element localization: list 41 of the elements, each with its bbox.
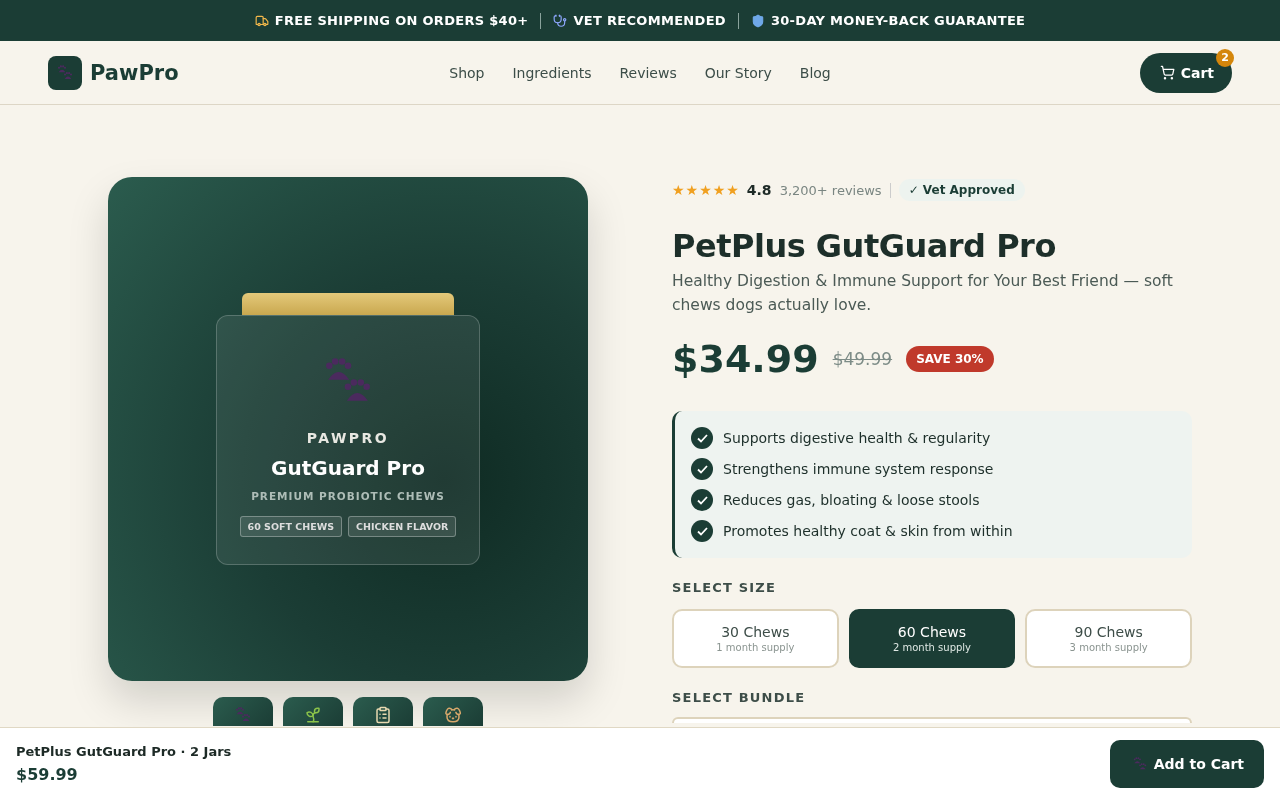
size-option[interactable]: 60 Chews 2 month supply	[848, 609, 1016, 668]
vet-approved-badge: ✓ Vet Approved	[898, 179, 1025, 201]
sticky-product-name: PetPlus GutGuard Pro · 2 Jars	[16, 744, 232, 759]
jar-subtitle: PREMIUM PROBIOTIC CHEWS	[251, 490, 445, 502]
section-label: SELECT BUNDLE	[672, 690, 807, 705]
jar-product-name: GutGuard Pro	[271, 456, 425, 480]
product-title: PetPlus GutGuard Pro	[672, 227, 1057, 265]
star-icon: ★	[726, 182, 739, 198]
original-price: $49.99	[832, 349, 893, 369]
brand-name[interactable]: PawPro	[90, 60, 179, 85]
cart-count-badge: 2	[1216, 48, 1234, 67]
jar-brand: PAWPRO	[306, 430, 390, 446]
product-subtitle: Healthy Digestion & Immune Support for Your Best Friend — soft chews dogs actually love.	[672, 271, 1174, 316]
nav-link[interactable]: Our Story	[704, 64, 772, 81]
star-icon: ★	[699, 182, 712, 198]
star-icon: ★	[685, 182, 699, 198]
section-label: SELECT SIZE	[672, 580, 778, 595]
announcement-text: 30-DAY MONEY-BACK GUARANTEE	[770, 13, 1026, 28]
nav-link[interactable]: Ingredients	[512, 64, 592, 81]
discount-badge: SAVE 30%	[906, 346, 994, 372]
benefit-text: Strengthens immune system response	[723, 461, 994, 477]
benefit-text: Reduces gas, bloating & loose stools	[723, 492, 980, 508]
jar-tag: CHICKEN FLAVOR	[348, 516, 457, 537]
jar-tag: 60 SOFT CHEWS	[239, 516, 343, 537]
size-option[interactable]: 30 Chews 1 month supply	[672, 609, 839, 668]
benefit-text: Promotes healthy coat & skin from within	[723, 523, 1013, 539]
announcement-text: VET RECOMMENDED	[573, 13, 726, 28]
size-option[interactable]: 90 Chews 3 month supply	[1025, 609, 1192, 668]
nav-link[interactable]: Blog	[799, 64, 831, 81]
review-count[interactable]: 3,200+ reviews	[779, 182, 891, 198]
star-icon: ★	[672, 182, 685, 198]
sticky-price: $59.99	[16, 765, 79, 784]
add-to-cart-button[interactable]: Add to Cart	[1109, 740, 1264, 788]
benefit-text: Supports digestive health & regularity	[723, 430, 991, 446]
announcement-text: FREE SHIPPING ON ORDERS $40+	[274, 13, 529, 28]
nav-link[interactable]: Shop	[449, 64, 485, 81]
star-icon: ★	[712, 182, 726, 198]
nav-link[interactable]: Reviews	[619, 64, 677, 81]
current-price: $34.99	[672, 337, 819, 381]
rating-score: 4.8	[746, 182, 772, 198]
cart-button[interactable]: Cart 2	[1139, 52, 1232, 93]
